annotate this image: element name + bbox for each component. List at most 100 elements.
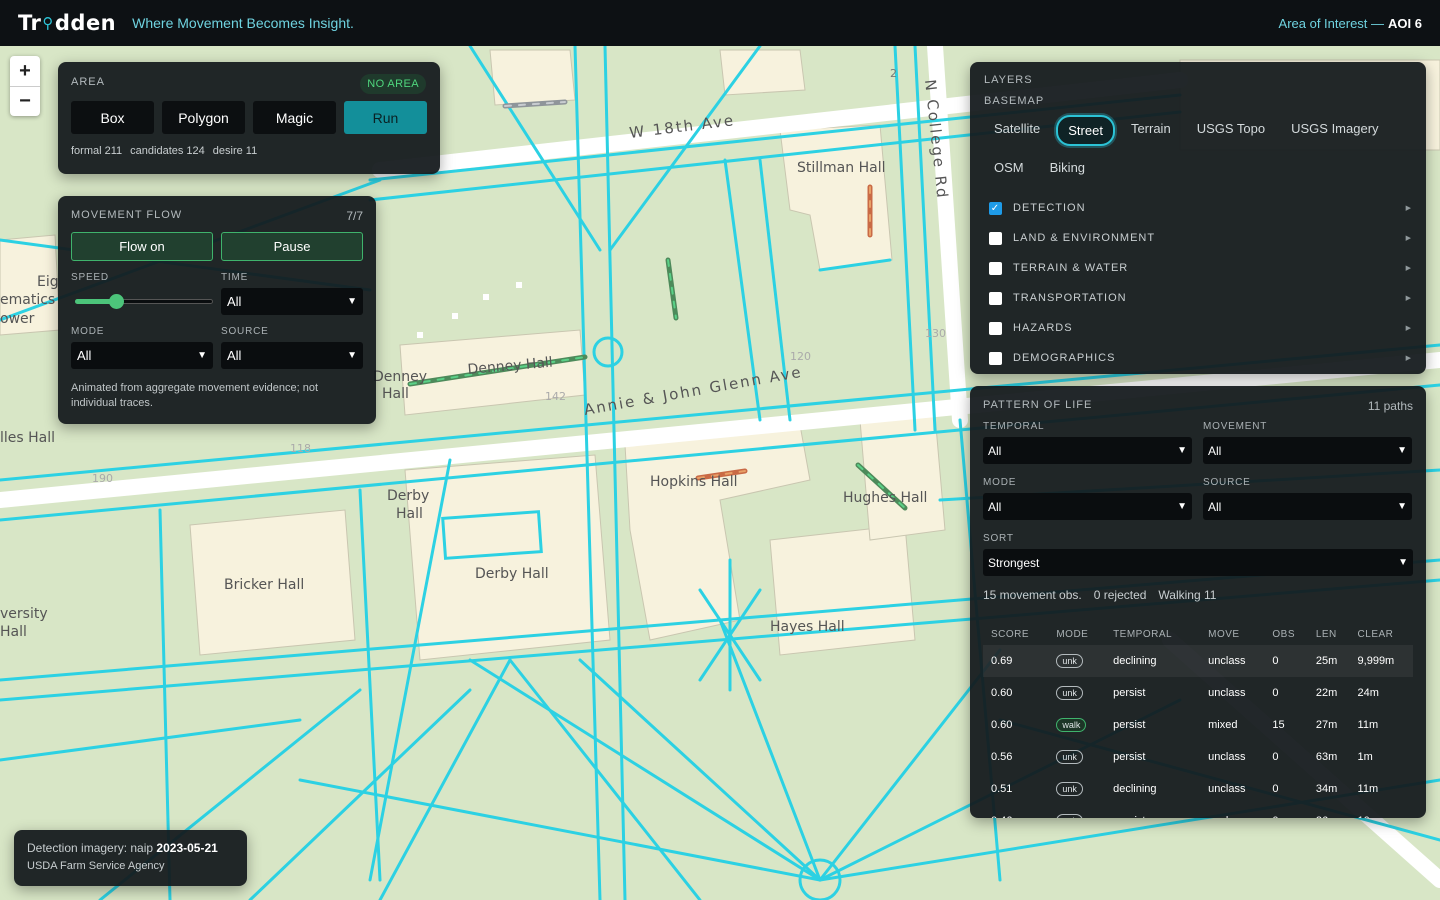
building-label-eig: Eig — [37, 274, 59, 290]
chevron-down-icon: ▼ — [1177, 445, 1187, 456]
expand-arrow-icon[interactable]: ▶ — [1406, 324, 1412, 332]
layer-transportation[interactable]: TRANSPORTATION ▶ — [984, 283, 1412, 313]
speed-slider[interactable] — [71, 288, 213, 315]
mode-pill: unk — [1056, 782, 1083, 796]
source-select[interactable]: All ▼ — [221, 342, 363, 369]
basemap-satellite[interactable]: Satellite — [984, 115, 1050, 146]
table-row[interactable]: 0.46 unk persist unclass 0 26m 10m — [983, 805, 1413, 818]
movement-flow-count: 7/7 — [346, 209, 363, 223]
pattern-of-life-panel: PATTERN OF LIFE 11 paths TEMPORAL All ▼ M… — [970, 386, 1426, 818]
layer-land-environment[interactable]: LAND & ENVIRONMENT ▶ — [984, 223, 1412, 253]
building-label-bricker: Bricker Hall — [224, 577, 304, 593]
pause-button[interactable]: Pause — [221, 232, 363, 261]
table-row[interactable]: 0.56 unk persist unclass 0 63m 1m — [983, 741, 1413, 773]
zoom-out-button[interactable]: − — [10, 86, 40, 116]
building-label-versity: versity — [0, 606, 48, 622]
chevron-down-icon: ▼ — [1397, 445, 1407, 456]
col-move[interactable]: MOVE — [1200, 624, 1264, 645]
basemap-biking[interactable]: Biking — [1040, 154, 1095, 181]
movement-flow-panel: MOVEMENT FLOW 7/7 Flow on Pause SPEED TI… — [58, 196, 376, 424]
col-len[interactable]: LEN — [1308, 624, 1350, 645]
time-label: TIME — [221, 272, 249, 283]
source-select-value: All — [227, 348, 242, 363]
expand-arrow-icon[interactable]: ▶ — [1406, 354, 1412, 362]
pol-temporal-label: TEMPORAL — [983, 421, 1045, 432]
cell-clear: 9,999m — [1349, 645, 1413, 677]
col-clear[interactable]: CLEAR — [1350, 624, 1413, 645]
basemap-terrain[interactable]: Terrain — [1121, 115, 1181, 146]
box-button[interactable]: Box — [71, 101, 154, 134]
checkbox-icon[interactable] — [989, 351, 1002, 365]
layer-hazards[interactable]: HAZARDS ▶ — [984, 313, 1412, 343]
pol-movement-label: MOVEMENT — [1203, 421, 1268, 432]
time-select-value: All — [227, 294, 242, 309]
layer-demographics[interactable]: DEMOGRAPHICS ▶ — [984, 343, 1412, 373]
pol-source-value: All — [1208, 499, 1222, 514]
address-label-118: 118 — [290, 442, 311, 455]
layer-hazards-label: HAZARDS — [1013, 322, 1073, 334]
chevron-down-icon: ▼ — [347, 350, 357, 361]
col-temporal[interactable]: TEMPORAL — [1105, 624, 1200, 645]
pol-sort-value: Strongest — [988, 555, 1040, 570]
stat-desire: desire 11 — [212, 145, 258, 157]
checkbox-icon[interactable] — [989, 291, 1002, 305]
checkbox-icon[interactable] — [989, 321, 1002, 335]
pol-sort-select[interactable]: Strongest ▼ — [983, 549, 1413, 576]
speed-slider-handle[interactable] — [109, 294, 125, 309]
expand-arrow-icon[interactable]: ▶ — [1406, 234, 1412, 242]
magic-button[interactable]: Magic — [253, 101, 336, 134]
mode-select-value: All — [77, 348, 92, 363]
address-label-120: 120 — [790, 350, 811, 363]
chevron-down-icon: ▼ — [197, 350, 207, 361]
basemap-street[interactable]: Street — [1056, 115, 1115, 146]
basemap-usgs-topo[interactable]: USGS Topo — [1187, 115, 1275, 146]
building-label-hayes: Hayes Hall — [770, 619, 845, 635]
table-row[interactable]: 0.60 unk persist unclass 0 22m 24m — [983, 677, 1413, 709]
pol-movement-select[interactable]: All ▼ — [1203, 437, 1412, 464]
expand-arrow-icon[interactable]: ▶ — [1406, 294, 1412, 302]
col-mode[interactable]: MODE — [1048, 624, 1105, 645]
expand-arrow-icon[interactable]: ▶ — [1406, 204, 1412, 212]
checkbox-icon[interactable] — [989, 231, 1002, 245]
col-score[interactable]: SCORE — [983, 624, 1048, 645]
pol-mode-value: All — [988, 499, 1002, 514]
cell-len: 34m — [1315, 783, 1338, 795]
flow-on-button[interactable]: Flow on — [71, 232, 213, 261]
checkbox-icon[interactable] — [989, 261, 1002, 275]
zoom-in-button[interactable]: + — [10, 56, 40, 86]
building-label-stillman: Stillman Hall — [797, 160, 885, 176]
basemap-usgs-imagery[interactable]: USGS Imagery — [1281, 115, 1388, 146]
layer-terrain-label: TERRAIN & WATER — [1013, 262, 1129, 274]
address-label-190: 190 — [92, 472, 113, 485]
col-obs[interactable]: OBS — [1264, 624, 1307, 645]
chevron-down-icon: ▼ — [1398, 557, 1408, 568]
cell-clear: 24m — [1357, 687, 1379, 699]
layer-demographics-label: DEMOGRAPHICS — [1013, 352, 1116, 364]
mode-select[interactable]: All ▼ — [71, 342, 213, 369]
cell-clear: 1m — [1357, 751, 1373, 763]
run-button[interactable]: Run — [344, 101, 427, 134]
pol-mode-select[interactable]: All ▼ — [983, 493, 1192, 520]
pol-sort-label: SORT — [983, 533, 1014, 544]
basemap-osm[interactable]: OSM — [984, 154, 1034, 181]
table-row[interactable]: 0.51 unk declining unclass 0 34m 11m — [983, 773, 1413, 805]
pol-temporal-select[interactable]: All ▼ — [983, 437, 1192, 464]
layer-terrain-water[interactable]: TERRAIN & WATER ▶ — [984, 253, 1412, 283]
cell-temporal: persist — [1113, 687, 1146, 699]
expand-arrow-icon[interactable]: ▶ — [1406, 264, 1412, 272]
pol-source-label: SOURCE — [1203, 477, 1251, 488]
layer-detection[interactable]: ✓ DETECTION ▶ — [984, 193, 1412, 223]
pol-source-select[interactable]: All ▼ — [1203, 493, 1412, 520]
layers-title: LAYERS — [984, 74, 1033, 86]
checkbox-checked-icon[interactable]: ✓ — [989, 201, 1002, 215]
time-select[interactable]: All ▼ — [221, 288, 363, 315]
aoi-indicator[interactable]: Area of Interest — AOI 6 — [1279, 16, 1422, 31]
polygon-button[interactable]: Polygon — [162, 101, 245, 134]
cell-move: unclass — [1208, 751, 1246, 763]
table-row[interactable]: 0.60 walk persist mixed 15 27m 11m — [983, 709, 1413, 741]
building-label-ower: ower — [0, 311, 35, 327]
pol-count: 11 paths — [1367, 399, 1413, 413]
table-row[interactable]: 0.69 unk declining unclass 0 25m 9,999m — [983, 645, 1413, 677]
cell-len: 63m — [1315, 751, 1338, 763]
building-label-hughes: Hughes Hall — [843, 490, 927, 506]
